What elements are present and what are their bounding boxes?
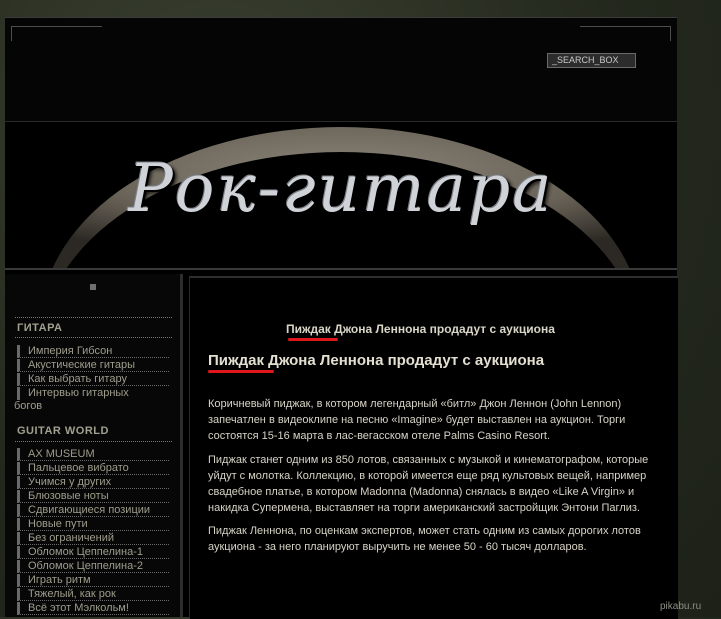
article-content: Пиждак Джона Леннона продадут с аукциона… — [189, 276, 678, 619]
article-paragraph: Коричневый пиджак, в котором легендарный… — [208, 398, 626, 442]
sidebar-item-ax-museum[interactable]: AX MUSEUM — [17, 448, 169, 461]
sidebar-item-zeppelin-2[interactable]: Обломок Цеппелина-2 — [17, 560, 169, 573]
divider — [15, 317, 172, 318]
breadcrumb: Пиждак Джона Леннона продадут с аукциона — [286, 322, 555, 336]
site-logo[interactable]: Рок-гитара — [5, 150, 677, 227]
red-underline-annotation — [208, 370, 274, 373]
sidebar-item-shifting-positions[interactable]: Сдвигающиеся позиции — [17, 504, 169, 517]
sidebar-item-guitar-gods-interview[interactable]: Интервью гитарных — [17, 387, 169, 400]
site-banner: Рок-гитара — [5, 122, 677, 270]
sidebar-item-choose-guitar[interactable]: Как выбрать гитару — [17, 373, 169, 386]
sidebar-item-guitar-gods-interview-wrap[interactable]: богов — [14, 400, 42, 412]
sidebar-item-gibson-empire[interactable]: Империя Гибсон — [17, 345, 169, 358]
red-underline-annotation — [288, 338, 338, 341]
breadcrumb-rest: Джона Леннона продадут с аукциона — [330, 322, 555, 336]
sidebar-item-malcolm[interactable]: Всё этот Мэлкольм! — [17, 602, 169, 615]
sidebar: ГИТАРА Империя Гибсон Акустические гитар… — [5, 274, 183, 617]
sidebar-item-new-paths[interactable]: Новые пути — [17, 518, 169, 531]
frame-corner-decoration — [11, 26, 102, 41]
sidebar-section-title: ГИТАРА — [17, 322, 63, 334]
breadcrumb-first-word: Пиждак — [286, 322, 331, 336]
sidebar-item-play-rhythm[interactable]: Играть ритм — [17, 574, 169, 587]
divider — [15, 337, 172, 338]
sidebar-item-zeppelin-1[interactable]: Обломок Цеппелина-1 — [17, 546, 169, 559]
article-paragraph: Пиджак станет одним из 850 лотов, связан… — [208, 454, 649, 514]
site-page: Рок-гитара ГИТАРА Империя Гибсон Акустич… — [5, 17, 678, 619]
sidebar-item-finger-vibrato[interactable]: Пальцевое вибрато — [17, 462, 169, 475]
search-input[interactable] — [547, 53, 636, 68]
article-paragraph: Пиджак Леннона, по оценкам экспертов, мо… — [208, 525, 641, 553]
title-rest: Джона Леннона продадут с аукциона — [264, 352, 545, 369]
frame-corner-decoration — [580, 26, 671, 41]
sidebar-item-blues-notes[interactable]: Блюзовые ноты — [17, 490, 169, 503]
watermark: pikabu.ru — [660, 601, 702, 612]
site-top-bar — [5, 17, 677, 123]
title-first-word: Пиждак — [208, 352, 265, 369]
divider — [15, 441, 172, 442]
sidebar-bullet-icon — [90, 284, 96, 290]
sidebar-item-acoustic-guitars[interactable]: Акустические гитары — [17, 359, 169, 372]
sidebar-item-no-limits[interactable]: Без ограничений — [17, 532, 169, 545]
sidebar-section-title: GUITAR WORLD — [17, 425, 109, 437]
page-title: Пиждак Джона Леннона продадут с аукциона — [208, 352, 544, 369]
sidebar-item-heavy-as-rock[interactable]: Тяжелый, как рок — [17, 588, 169, 601]
sidebar-item-learn-from-others[interactable]: Учимся у других — [17, 476, 169, 489]
